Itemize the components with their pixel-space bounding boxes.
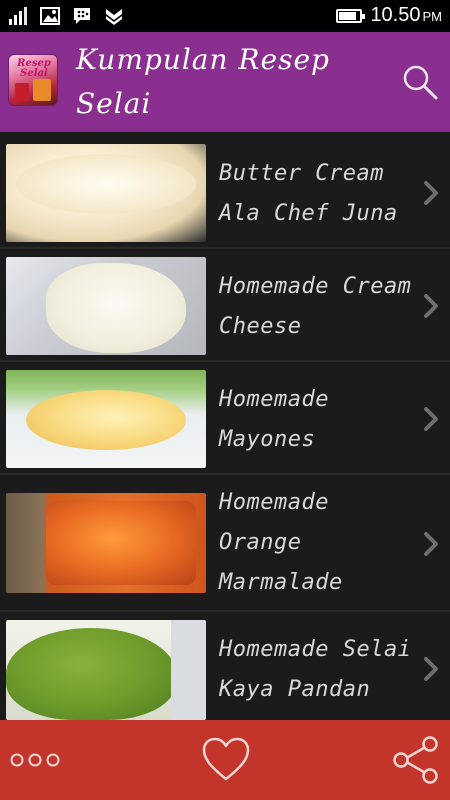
recipe-title: Butter Cream Ala Chef Juna <box>219 161 398 226</box>
list-item[interactable]: Butter Cream Ala Chef Juna <box>0 136 450 249</box>
recipe-title: Homemade Orange Marmalade <box>219 490 343 595</box>
butter-cream-photo <box>6 144 206 242</box>
bottom-bar <box>0 720 450 800</box>
more-icon <box>10 753 60 767</box>
recipe-title: Homemade Mayones <box>219 387 329 452</box>
app-logo: Resep Selai <box>8 54 58 106</box>
chevron-right-icon <box>424 657 438 681</box>
cream-cheese-photo <box>6 257 206 355</box>
list-item[interactable]: Homemade Cream Cheese <box>0 249 450 362</box>
search-button[interactable] <box>400 62 440 102</box>
list-item[interactable]: Homemade Orange Marmalade <box>0 475 450 612</box>
chevron-right-icon <box>424 181 438 205</box>
app-title: Kumpulan Resep Selai <box>76 43 330 120</box>
share-icon <box>393 736 438 784</box>
chevron-right-icon <box>424 532 438 556</box>
battery-icon <box>336 8 366 23</box>
list-item[interactable]: Homemade Mayones <box>0 362 450 475</box>
notification-icon <box>106 9 122 25</box>
status-bar: 10.50 PM <box>0 0 450 32</box>
kaya-pandan-photo <box>6 620 206 720</box>
app-logo-text: Resep Selai <box>17 58 51 79</box>
recipe-list[interactable]: Butter Cream Ala Chef Juna Homemade Crea… <box>0 136 450 720</box>
list-item[interactable]: Homemade Selai Kaya Pandan <box>0 612 450 720</box>
recipe-title: Homemade Selai Kaya Pandan <box>219 637 412 702</box>
clock-ampm: PM <box>422 9 443 24</box>
bbm-icon <box>74 8 90 24</box>
mayones-photo <box>6 370 206 468</box>
signal-icon <box>9 7 27 25</box>
chevron-right-icon <box>424 294 438 318</box>
heart-icon <box>202 737 250 781</box>
chevron-right-icon <box>424 407 438 431</box>
clock: 10.50 PM <box>370 4 442 27</box>
favorite-button[interactable] <box>198 730 254 790</box>
orange-marmalade-photo <box>6 493 206 593</box>
app-bar: Resep Selai Kumpulan Resep Selai <box>0 32 450 132</box>
share-button[interactable] <box>388 730 444 790</box>
search-icon <box>403 65 438 100</box>
recipe-title: Homemade Cream Cheese <box>219 274 412 339</box>
clock-time: 10.50 <box>370 4 421 26</box>
more-button[interactable] <box>10 730 60 790</box>
image-icon <box>40 7 60 25</box>
